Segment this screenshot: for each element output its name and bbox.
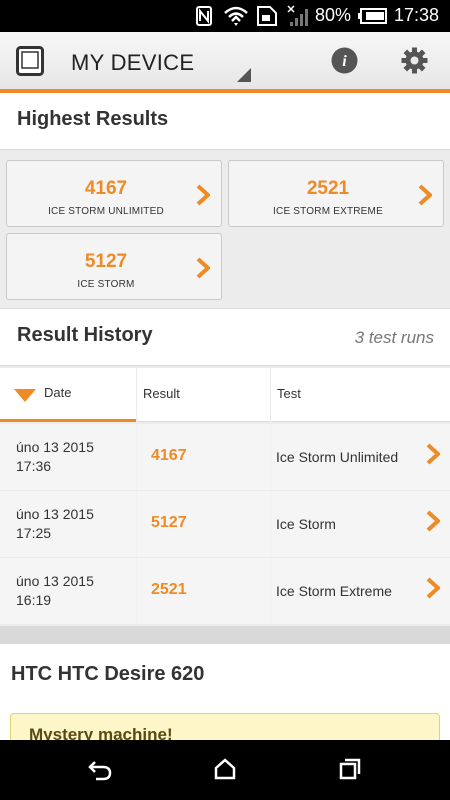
gear-icon[interactable] bbox=[401, 47, 428, 74]
device-section: HTC HTC Desire 620 Mystery machine! bbox=[0, 644, 450, 753]
row-date: úno 13 2015 bbox=[16, 573, 94, 589]
home-icon[interactable] bbox=[214, 758, 236, 780]
chevron-right-icon bbox=[418, 184, 432, 206]
row-test: Ice Storm bbox=[276, 516, 336, 532]
row-result: 2521 bbox=[151, 581, 187, 598]
status-time: 17:38 bbox=[394, 5, 440, 25]
row-result: 4167 bbox=[151, 447, 187, 464]
column-header-test[interactable]: Test bbox=[271, 368, 450, 422]
battery-percent: 80% bbox=[315, 5, 352, 25]
recents-icon[interactable] bbox=[339, 758, 361, 780]
info-icon[interactable]: i bbox=[331, 47, 358, 74]
chevron-right-icon bbox=[426, 510, 440, 532]
test-cell: Ice Storm Unlimited bbox=[271, 424, 450, 490]
date-cell: úno 13 2015 17:36 bbox=[0, 424, 136, 490]
column-header-date[interactable]: Date bbox=[0, 368, 136, 422]
result-card-ice-storm[interactable]: 5127 ICE STORM bbox=[6, 233, 222, 300]
card-score: 5127 bbox=[84, 251, 128, 272]
navigation-bar bbox=[0, 740, 450, 800]
battery-icon bbox=[358, 8, 387, 24]
card-label: ICE STORM UNLIMITED bbox=[48, 206, 164, 217]
card-score: 4167 bbox=[84, 178, 128, 199]
section-divider bbox=[0, 626, 450, 644]
row-test: Ice Storm Unlimited bbox=[276, 449, 399, 465]
sort-desc-icon bbox=[14, 389, 36, 402]
date-cell: úno 13 2015 17:25 bbox=[0, 491, 136, 557]
card-score: 2521 bbox=[306, 178, 350, 199]
column-label: Date bbox=[44, 385, 72, 400]
row-date: úno 13 2015 bbox=[16, 506, 94, 522]
column-label: Result bbox=[143, 386, 180, 401]
row-test: Ice Storm Extreme bbox=[276, 583, 392, 599]
highest-results-title: Highest Results bbox=[17, 108, 169, 130]
table-row[interactable]: úno 13 2015 17:36 4167 Ice Storm Unlimit… bbox=[0, 424, 450, 490]
status-bar: 80% 17:38 bbox=[0, 0, 450, 32]
chevron-right-icon bbox=[426, 443, 440, 465]
row-time: 17:36 bbox=[16, 458, 52, 474]
back-icon[interactable] bbox=[88, 759, 112, 781]
page-title: MY DEVICE bbox=[71, 50, 195, 75]
nfc-icon bbox=[196, 6, 212, 26]
row-time: 16:19 bbox=[16, 592, 52, 608]
test-run-count: 3 test runs bbox=[354, 328, 434, 347]
dropdown-corner-icon[interactable] bbox=[237, 68, 251, 82]
test-cell: Ice Storm bbox=[271, 491, 450, 557]
device-tablet-icon[interactable] bbox=[16, 46, 44, 76]
table-row[interactable]: úno 13 2015 17:25 5127 Ice Storm bbox=[0, 491, 450, 557]
row-result: 5127 bbox=[151, 514, 187, 531]
result-history-header: Result History 3 test runs bbox=[0, 308, 450, 366]
highest-results-header: Highest Results bbox=[0, 93, 450, 150]
svg-text:i: i bbox=[342, 53, 347, 70]
result-card-ice-storm-extreme[interactable]: 2521 ICE STORM EXTREME bbox=[228, 160, 444, 227]
date-cell: úno 13 2015 16:19 bbox=[0, 558, 136, 624]
device-name: HTC HTC Desire 620 bbox=[11, 663, 205, 685]
result-history-title: Result History bbox=[17, 324, 153, 346]
card-label: ICE STORM bbox=[77, 279, 135, 290]
result-card-ice-storm-unlimited[interactable]: 4167 ICE STORM UNLIMITED bbox=[6, 160, 222, 227]
column-header-result[interactable]: Result bbox=[137, 368, 270, 422]
chevron-right-icon bbox=[196, 184, 210, 206]
result-cell: 2521 bbox=[137, 558, 270, 624]
chevron-right-icon bbox=[426, 577, 440, 599]
row-date: úno 13 2015 bbox=[16, 439, 94, 455]
table-row[interactable]: úno 13 2015 16:19 2521 Ice Storm Extreme bbox=[0, 558, 450, 624]
signal-icon bbox=[287, 5, 308, 26]
sim-icon bbox=[257, 6, 277, 26]
chevron-right-icon bbox=[196, 257, 210, 279]
result-cell: 4167 bbox=[137, 424, 270, 490]
app-bar bbox=[0, 32, 450, 90]
test-cell: Ice Storm Extreme bbox=[271, 558, 450, 624]
card-label: ICE STORM EXTREME bbox=[273, 206, 383, 217]
wifi-icon bbox=[224, 6, 248, 26]
result-cell: 5127 bbox=[137, 491, 270, 557]
column-label: Test bbox=[277, 386, 301, 401]
row-time: 17:25 bbox=[16, 525, 52, 541]
